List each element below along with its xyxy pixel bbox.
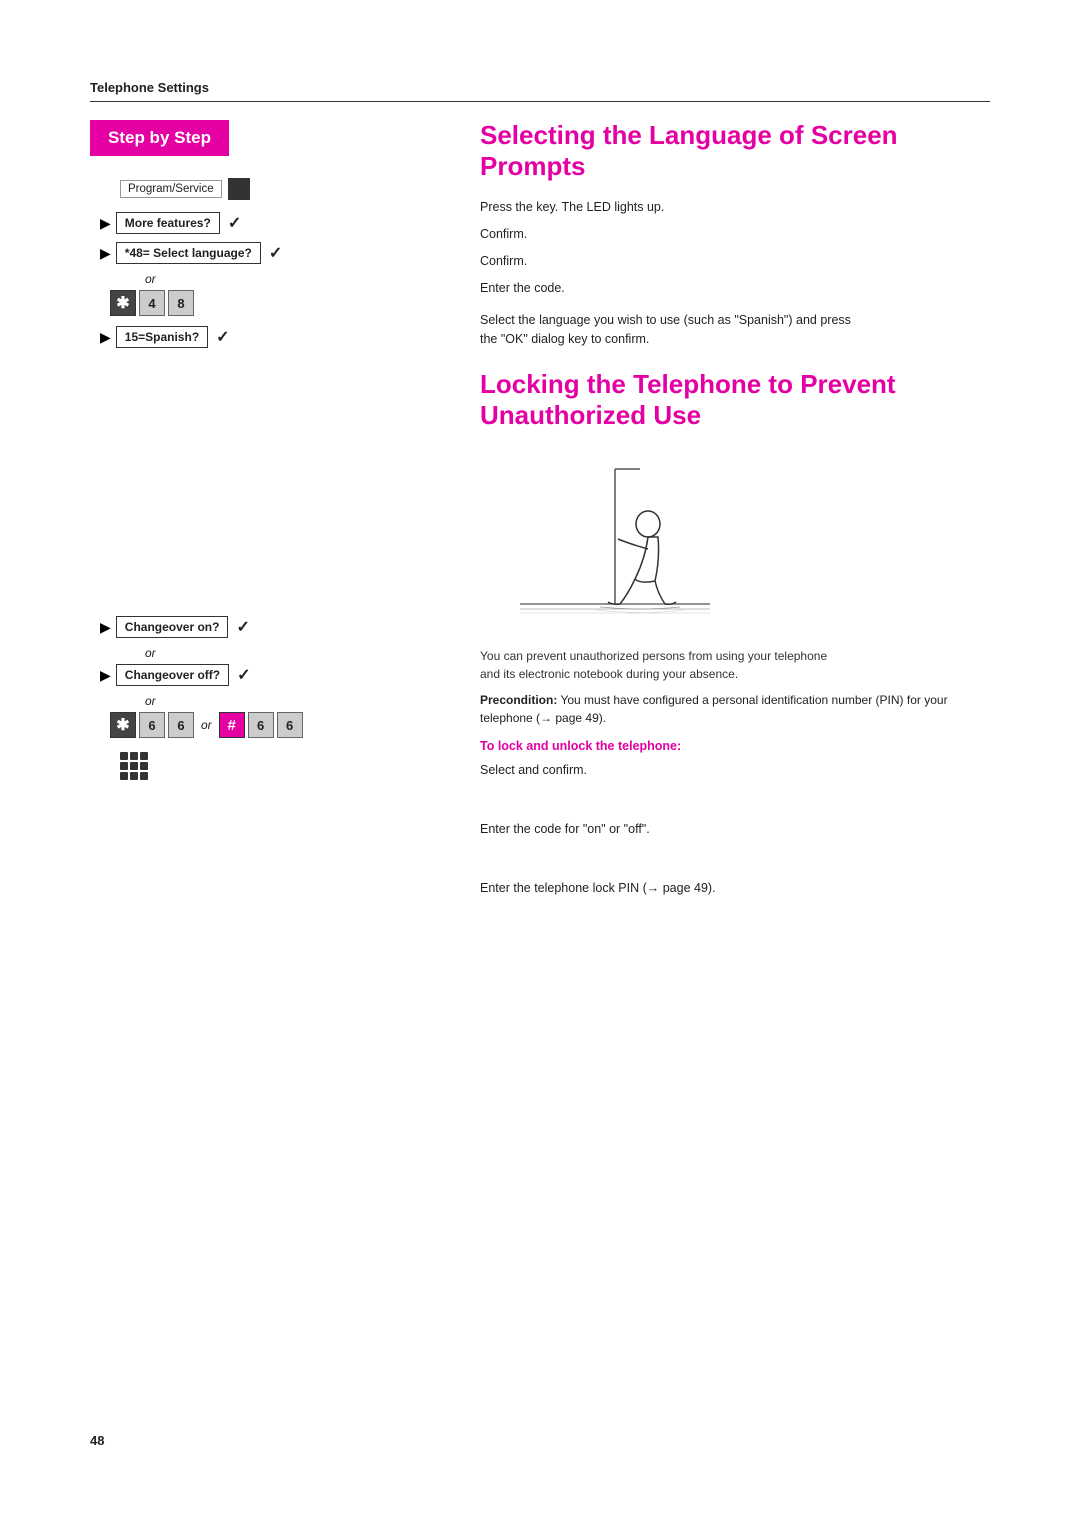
to-lock-label: To lock and unlock the telephone: [480, 739, 990, 753]
body1: You can prevent unauthorized persons fro… [480, 647, 990, 683]
page-header-title: Telephone Settings [90, 80, 209, 95]
code-row-2: ✱ 6 6 or # 6 6 [110, 712, 440, 738]
program-service-row: Program/Service [120, 178, 440, 200]
select-language-box: *48= Select language? [116, 242, 261, 264]
check-5: ✓ [237, 665, 250, 685]
code-hash: # [219, 712, 245, 738]
more-features-row: ▶ More features? ✓ [100, 212, 440, 234]
check-2: ✓ [269, 243, 282, 263]
or-3: or [145, 694, 440, 708]
code-row-1: ✱ 4 8 [110, 290, 440, 316]
desc4: Enter the code. [480, 279, 990, 298]
changeover-on-box: Changeover on? [116, 616, 229, 638]
section1-title: Selecting the Language of Screen Prompts [480, 120, 990, 182]
code-4: 4 [139, 290, 165, 316]
arrow-icon-1: ▶ [100, 215, 111, 232]
changeover-off-row: ▶ Changeover off? ✓ [100, 664, 440, 686]
desc1: Press the key. The LED lights up. [480, 198, 990, 217]
illustration [500, 449, 720, 629]
select-language-row: ▶ *48= Select language? ✓ [100, 242, 440, 264]
right-column: Selecting the Language of Screen Prompts… [470, 120, 990, 904]
arrow-icon-5: ▶ [100, 667, 111, 684]
enter-code: Enter the code for "on" or "off". [480, 820, 990, 839]
or-1: or [145, 272, 440, 286]
enter-pin: Enter the telephone lock PIN (→ page 49)… [480, 879, 990, 898]
precondition-text: Precondition: You must have configured a… [480, 691, 990, 727]
page-number: 48 [90, 1433, 104, 1448]
code-star-2: ✱ [110, 712, 136, 738]
code-6c: 6 [248, 712, 274, 738]
or-2: or [145, 646, 440, 660]
code-6a: 6 [139, 712, 165, 738]
changeover-on-row: ▶ Changeover on? ✓ [100, 616, 440, 638]
keypad-grid-icon [120, 752, 440, 780]
page-header: Telephone Settings [90, 80, 990, 102]
check-3: ✓ [216, 327, 229, 347]
code-star-1: ✱ [110, 290, 136, 316]
step-by-step-banner: Step by Step [90, 120, 229, 156]
spanish-box: 15=Spanish? [116, 326, 208, 348]
select-confirm: Select and confirm. [480, 761, 990, 780]
left-column: Step by Step Program/Service ▶ More feat… [90, 120, 470, 904]
program-service-box: Program/Service [120, 180, 222, 198]
arrow-icon-2: ▶ [100, 245, 111, 262]
arrow-icon-3: ▶ [100, 329, 111, 346]
desc2: Confirm. [480, 225, 990, 244]
spanish-row: ▶ 15=Spanish? ✓ [100, 326, 440, 348]
desc5: Select the language you wish to use (suc… [480, 311, 990, 349]
section2-title: Locking the Telephone to Prevent Unautho… [480, 369, 990, 431]
desc3: Confirm. [480, 252, 990, 271]
or-inline: or [201, 718, 212, 732]
more-features-box: More features? [116, 212, 220, 234]
check-1: ✓ [228, 213, 241, 233]
arrow-icon-4: ▶ [100, 619, 111, 636]
black-square-icon [228, 178, 250, 200]
code-6d: 6 [277, 712, 303, 738]
code-6b: 6 [168, 712, 194, 738]
changeover-off-box: Changeover off? [116, 664, 229, 686]
code-8: 8 [168, 290, 194, 316]
check-4: ✓ [236, 617, 249, 637]
